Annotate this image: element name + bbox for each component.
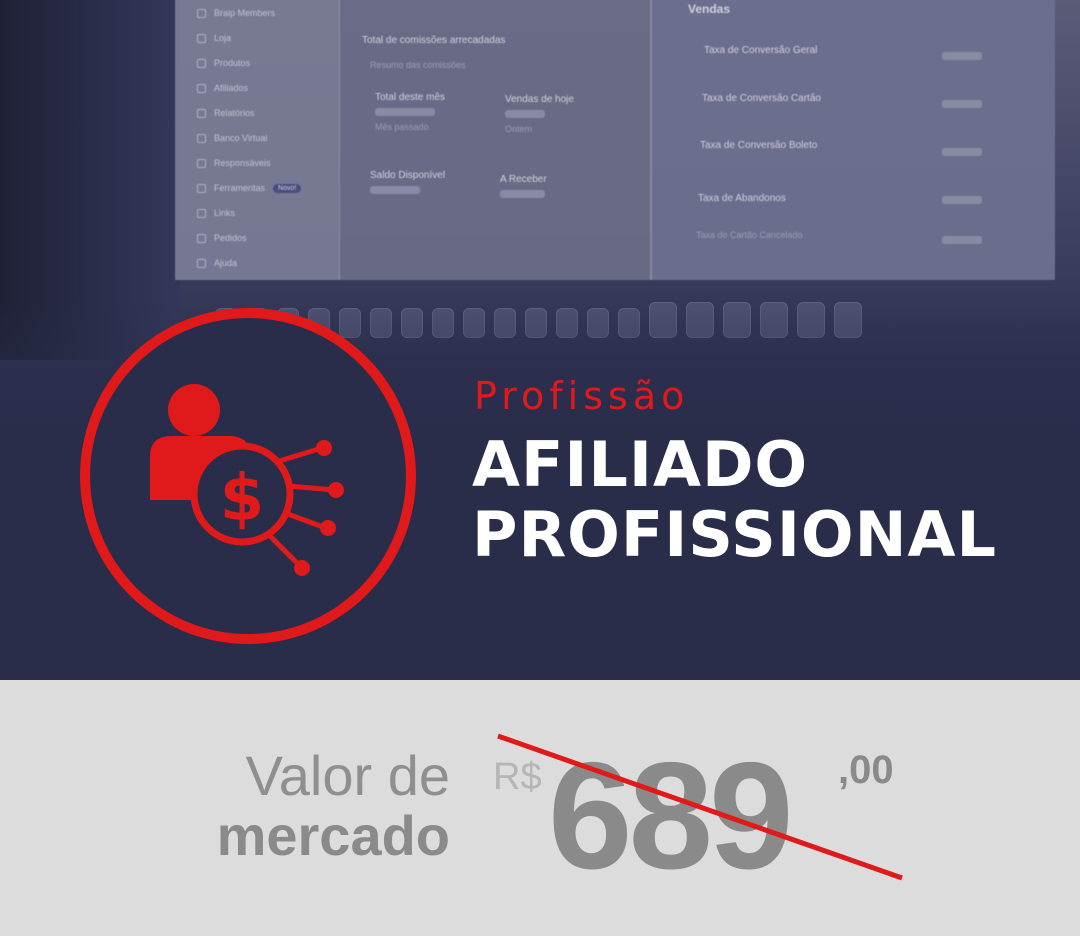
today-sales-sub: Ontem bbox=[505, 124, 533, 134]
month-total-label: Total deste mês bbox=[375, 92, 446, 103]
link-icon bbox=[197, 208, 206, 218]
today-sales-label: Vendas de hoje bbox=[505, 94, 574, 105]
commissions-subtitle: Resumo das comissões bbox=[370, 60, 466, 70]
sales-panel: Vendas Taxa de Conversão Geral Taxa de C… bbox=[650, 0, 1055, 280]
month-total-sub: Mês passado bbox=[375, 122, 429, 132]
grid-icon bbox=[197, 33, 206, 43]
today-sales-value-blur bbox=[505, 110, 545, 118]
stat-row-value-blur bbox=[942, 100, 982, 108]
balance-label: Saldo Disponível bbox=[370, 170, 446, 181]
hero-title-line2: PROFISSIONAL bbox=[472, 498, 997, 571]
balance-value-blur bbox=[370, 186, 420, 194]
commissions-title: Total de comissões arrecadadas bbox=[362, 35, 506, 46]
sidebar-item-responsaveis[interactable]: Responsáveis bbox=[197, 158, 271, 168]
chart-icon bbox=[197, 108, 206, 118]
sidebar-item-banco-virtual[interactable]: Banco Virtual bbox=[197, 133, 267, 143]
receivable-value-blur bbox=[500, 190, 545, 198]
receivable-label: A Receber bbox=[500, 174, 547, 185]
sidebar-item-links[interactable]: Links bbox=[197, 208, 235, 218]
sidebar-item-afiliados[interactable]: Afiliados bbox=[197, 83, 248, 93]
stat-row-label: Taxa de Abandonos bbox=[698, 193, 786, 204]
dashboard-main: Total de comissões arrecadadas Resumo da… bbox=[340, 0, 640, 280]
sidebar-item-relatorios[interactable]: Relatórios bbox=[197, 108, 255, 118]
hero-banner: Braip Members Loja Produtos Afiliados Re… bbox=[0, 0, 1080, 680]
stat-row-label: Taxa de Conversão Geral bbox=[704, 45, 818, 56]
bank-icon bbox=[197, 133, 206, 143]
market-label-line1: Valor de bbox=[245, 744, 450, 807]
laptop-screen: Braip Members Loja Produtos Afiliados Re… bbox=[175, 0, 1055, 280]
list-icon bbox=[197, 158, 206, 168]
sidebar-item-loja[interactable]: Loja bbox=[197, 33, 231, 43]
price-cents: ,00 bbox=[838, 748, 894, 792]
help-icon bbox=[197, 258, 206, 268]
market-label-line2: mercado bbox=[216, 804, 450, 867]
stat-row-label: Taxa de Conversão Cartão bbox=[702, 93, 821, 104]
stat-row-label: Taxa de Cartão Cancelado bbox=[696, 230, 803, 240]
sidebar-item-ajuda[interactable]: Ajuda bbox=[197, 258, 237, 268]
star-icon bbox=[197, 8, 206, 18]
sidebar-item-ferramentas[interactable]: Ferramentas Novo! bbox=[197, 183, 302, 193]
stat-row-value-blur bbox=[942, 148, 982, 156]
svg-text:$: $ bbox=[220, 462, 265, 536]
affiliate-money-network-icon: $ bbox=[150, 384, 344, 576]
dashboard-sidebar: Braip Members Loja Produtos Afiliados Re… bbox=[175, 0, 340, 280]
hero-title-line1: AFILIADO bbox=[472, 428, 809, 501]
sidebar-item-pedidos[interactable]: Pedidos bbox=[197, 233, 247, 243]
tools-icon bbox=[197, 183, 206, 193]
hero-kicker: Profissão bbox=[474, 374, 690, 418]
hero-title: AFILIADO PROFISSIONAL bbox=[472, 430, 1072, 570]
price-amount: 689 bbox=[548, 731, 794, 901]
stat-row-value-blur bbox=[942, 52, 982, 60]
stat-row-value-blur bbox=[942, 236, 982, 244]
currency-symbol: R$ bbox=[493, 756, 542, 798]
stat-row-label: Taxa de Conversão Boleto bbox=[700, 140, 818, 151]
box-icon bbox=[197, 58, 206, 68]
sales-title: Vendas bbox=[688, 2, 731, 16]
order-icon bbox=[197, 233, 206, 243]
stat-row-value-blur bbox=[942, 196, 982, 204]
price-section: Valor de mercado R$ 689 ,00 bbox=[0, 680, 1080, 936]
sidebar-item-braip-members[interactable]: Braip Members bbox=[197, 8, 275, 18]
new-badge: Novo! bbox=[273, 183, 302, 193]
people-icon bbox=[197, 83, 206, 93]
sidebar-item-produtos[interactable]: Produtos bbox=[197, 58, 250, 68]
market-value-label: Valor de mercado bbox=[110, 746, 450, 866]
month-total-value-blur bbox=[375, 108, 435, 116]
